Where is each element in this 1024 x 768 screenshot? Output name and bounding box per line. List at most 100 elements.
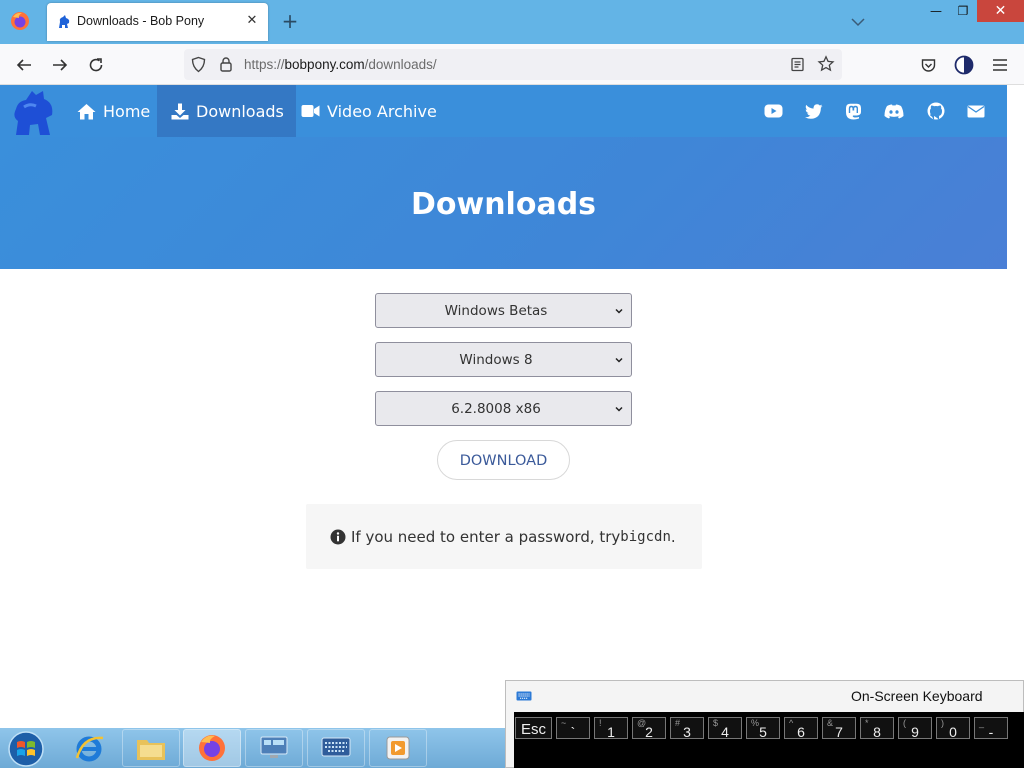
build-select[interactable]: 6.2.8008 x86 (375, 391, 632, 426)
version-select[interactable]: Windows 8 (375, 342, 632, 377)
version-select-value: Windows 8 (459, 352, 533, 368)
taskbar-on-screen-keyboard[interactable] (307, 729, 365, 767)
osk-key-0[interactable]: ) 0 (936, 717, 970, 740)
osk-key-esc[interactable]: Esc (515, 717, 552, 739)
key-main-label: Esc (520, 721, 546, 738)
build-select-value: 6.2.8008 x86 (451, 401, 541, 417)
windows-taskbar (0, 728, 520, 768)
osk-key-1[interactable]: ! 1 (594, 717, 628, 740)
on-screen-keyboard-window[interactable]: On-Screen Keyboard Esc ~ ` ! 1 @ 2 # 3 $… (505, 680, 1024, 768)
osk-key-6[interactable]: ^ 6 (784, 717, 818, 740)
key-main-label: 3 (683, 724, 691, 740)
internet-explorer-icon (75, 736, 104, 762)
close-window-button[interactable]: ✕ (977, 0, 1024, 22)
youtube-link[interactable] (763, 101, 783, 121)
back-button[interactable] (13, 54, 35, 76)
download-button[interactable]: DOWNLOAD (437, 440, 570, 480)
key-main-label: 2 (645, 724, 653, 740)
tracking-protection-shield-icon[interactable] (190, 56, 207, 73)
note-password: bigcdn (620, 529, 671, 545)
list-all-tabs-chevron-icon[interactable] (848, 12, 868, 32)
discord-link[interactable] (884, 101, 904, 121)
key-main-label: - (988, 724, 994, 740)
url-host: bobpony.com (284, 57, 365, 72)
nav-downloads-label: Downloads (196, 101, 284, 121)
chevron-down-icon (615, 406, 623, 412)
osk-key-7[interactable]: & 7 (822, 717, 856, 740)
pocket-icon (921, 58, 935, 72)
nav-video-archive-label: Video Archive (327, 101, 437, 121)
start-button[interactable] (6, 730, 48, 768)
email-icon (967, 105, 985, 117)
app-menu-button[interactable] (989, 54, 1011, 76)
key-main-label: 9 (911, 724, 919, 740)
maximize-button[interactable]: ❐ (952, 0, 974, 22)
key-main-label: 8 (873, 724, 881, 740)
url-text[interactable]: https://bobpony.com/downloads/ (244, 57, 437, 72)
browser-titlebar: Downloads - Bob Pony ✕ + — ❐ ✕ (0, 0, 1024, 44)
osk-key-8[interactable]: * 8 (860, 717, 894, 740)
new-tab-button[interactable]: + (280, 11, 300, 32)
reader-view-icon[interactable] (790, 57, 805, 72)
page-title: Downloads (410, 187, 597, 222)
key-main-label: 1 (607, 724, 615, 740)
forward-arrow-icon (53, 59, 68, 71)
osk-key-2[interactable]: @ 2 (632, 717, 666, 740)
osk-key-3[interactable]: # 3 (670, 717, 704, 740)
reload-button[interactable] (85, 54, 107, 76)
taskbar-firefox[interactable] (183, 729, 241, 767)
taskbar-media-player[interactable] (369, 729, 427, 767)
bob-pony-logo-icon[interactable] (10, 87, 62, 137)
osk-key-9[interactable]: ( 9 (898, 717, 932, 740)
github-link[interactable] (926, 101, 946, 121)
osk-key-4[interactable]: $ 4 (708, 717, 742, 740)
info-circle-icon (330, 529, 346, 545)
note-text: If you need to enter a password, try (351, 528, 621, 546)
taskbar-remote-desktop[interactable] (245, 729, 303, 767)
windows-start-orb-icon (8, 731, 44, 767)
home-icon (77, 103, 96, 119)
page-scrollbar[interactable] (1007, 85, 1024, 685)
category-select[interactable]: Windows Betas (375, 293, 632, 328)
media-player-icon (386, 736, 410, 760)
key-main-label: 7 (835, 724, 843, 740)
lock-icon[interactable] (218, 56, 234, 73)
nav-home-link[interactable]: Home (66, 85, 161, 137)
chevron-down-icon (615, 357, 623, 363)
firefox-menu-icon[interactable] (10, 11, 30, 31)
address-bar[interactable]: https://bobpony.com/downloads/ (184, 49, 842, 80)
reload-icon (89, 58, 103, 72)
remote-desktop-icon (260, 736, 288, 758)
twitter-link[interactable] (804, 101, 824, 121)
video-camera-icon (301, 105, 320, 117)
nav-home-label: Home (103, 101, 151, 121)
youtube-icon (764, 104, 782, 118)
mastodon-link[interactable] (843, 101, 863, 121)
pocket-button[interactable] (917, 54, 939, 76)
on-screen-keyboard-icon (321, 737, 351, 757)
taskbar-internet-explorer[interactable] (60, 729, 118, 767)
osk-key-backtick[interactable]: ~ ` (556, 717, 590, 740)
osk-key-minus[interactable]: _ - (974, 717, 1008, 740)
osk-title: On-Screen Keyboard (851, 688, 983, 704)
osk-key-5[interactable]: % 5 (746, 717, 780, 740)
forward-button[interactable] (49, 54, 71, 76)
tab-title: Downloads - Bob Pony (77, 14, 205, 28)
bookmark-star-icon[interactable] (817, 55, 835, 73)
key-main-label: ` (570, 724, 576, 740)
github-icon (927, 102, 945, 120)
password-note: If you need to enter a password, try big… (306, 504, 702, 569)
browser-tab-downloads[interactable]: Downloads - Bob Pony ✕ (47, 3, 268, 41)
taskbar-file-explorer[interactable] (122, 729, 180, 767)
keyboard-icon (516, 691, 532, 701)
page-hero: Downloads (0, 137, 1007, 269)
email-link[interactable] (966, 101, 986, 121)
firefox-icon (199, 735, 225, 761)
dark-reader-extension-button[interactable] (953, 54, 975, 76)
tab-close-icon[interactable]: ✕ (244, 13, 260, 29)
nav-downloads-link[interactable]: Downloads (157, 85, 296, 137)
nav-video-archive-link[interactable]: Video Archive (301, 85, 437, 137)
minimize-button[interactable]: — (920, 0, 952, 22)
url-path: /downloads/ (364, 57, 437, 72)
half-circle-extension-icon (954, 55, 974, 75)
